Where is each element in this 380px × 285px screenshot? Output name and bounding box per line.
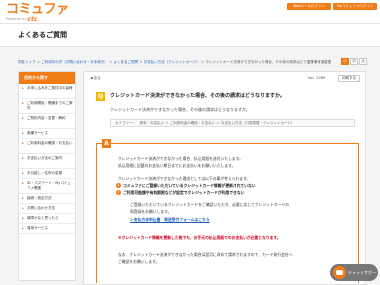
reason-text: コミュファにご登録いただいているクレジットカード情報が更新されていない — [123, 183, 256, 188]
sidebar-item[interactable]: 各種サービス — [19, 129, 75, 139]
warning-text: ※クレジットカード情報を更新した後でも、お手元の払込用紙でのお支払いが必要となり… — [118, 235, 281, 240]
page-title: よくあるご質問 — [18, 31, 67, 39]
chatbot-icon — [333, 266, 346, 279]
sidebar-item[interactable]: お引越し・住所の変更 — [19, 169, 75, 179]
sidebar-item[interactable]: お申し込みをご検討中の皆様 — [19, 84, 75, 99]
sidebar-item[interactable]: 運用サービス — [19, 224, 75, 234]
reason-text: ご利用可能額や有効期限などが設定でクレジットカードが利用できない — [123, 190, 245, 195]
print-button[interactable]: 印刷する — [338, 75, 360, 82]
sidebar-item[interactable]: ご利用開始・開通までのご案内 — [19, 99, 75, 114]
faq-number: No：2269 — [308, 76, 326, 80]
answer-text: クレジットカード決済ができなかった場合、払込用紙を送付いたします。 — [118, 156, 243, 161]
category-path: カテゴリー： 請求・お支払い ＞ ご利用料金の確認・お支払い ＞ お支払い方法（… — [110, 119, 355, 127]
logo-powered-by: Powered by ctc — [6, 16, 38, 23]
question-detail: クレジットカード決済ができなかった場合、その後の請求はどうなりますか。 — [110, 107, 250, 112]
breadcrumb-item[interactable]: よくあるご質問 — [113, 60, 138, 64]
sidebar-heading: 目的から探す — [19, 72, 75, 84]
reason-number-icon: 2 — [116, 190, 121, 195]
answer-text: なお、クレジットカード決済ができなかった場合は翌月に改めて請求されますので、カー… — [118, 252, 293, 257]
sidebar-item[interactable]: 故障かなと思ったら — [19, 214, 75, 224]
font-size-medium-button[interactable]: 中 — [350, 58, 358, 65]
breadcrumb-item[interactable]: お支払い方法（クレジットカード） — [144, 60, 200, 64]
sidebar-item[interactable]: お問い合わせ方法 — [19, 204, 75, 214]
sidebar-item[interactable]: ご契約内容・変更・解約 — [19, 114, 75, 129]
breadcrumb-item[interactable]: 同社トップ — [18, 60, 36, 64]
sidebar-item[interactable]: お支払い方法のご案内 — [19, 154, 75, 169]
answer-text: ご登録いただいているクレジットカードをご確認いただき、必要に応じてクレジットカー… — [130, 202, 290, 207]
answer-text: 再登録をお願いします。 — [130, 209, 172, 214]
answer-text: 払込用紙に記載のお支払い期日までにお支払いをお願いいたします。 — [118, 163, 236, 168]
faq-panel: ◀ 戻る No：2269 印刷する Q クレジットカード決済ができなかった場合、… — [83, 71, 366, 285]
breadcrumb: 同社トップ ＞ ご利用中の方（お問い合わせ・お手続き） ＞ よくあるご質問 ＞ … — [18, 60, 328, 64]
webmail-login-button[interactable]: Webメールログイン — [287, 3, 331, 10]
sidebar-item[interactable]: ご利用料金の確認・お支払い — [19, 139, 75, 154]
payment-form-link[interactable]: ＞支払方法申込書 発送受付フォームはこちら — [130, 217, 210, 222]
sidebar-item[interactable]: ID・パスワード・Myコミュファ関連 — [19, 179, 75, 194]
question-mark-icon: Q — [96, 92, 105, 101]
chat-support-button[interactable]: チャットサポート — [330, 264, 378, 281]
title-bar: よくあるご質問 — [0, 24, 380, 47]
ctc-brand: ctc — [27, 16, 38, 23]
question-title: クレジットカード決済ができなかった場合、その後の請求はどうなりますか。 — [110, 93, 285, 99]
sidebar-item[interactable]: 接続・設定方法 — [19, 194, 75, 204]
back-link[interactable]: ◀ 戻る — [90, 76, 101, 81]
font-size-large-button[interactable]: 大 — [359, 58, 367, 65]
font-size-small-button[interactable]: 小 — [341, 58, 349, 65]
breadcrumb-item[interactable]: ご利用中の方（お問い合わせ・お手続き） — [41, 60, 108, 64]
font-size-label: 文字サイズ変更 — [307, 60, 332, 64]
answer-text: ご確認をお願いします。 — [118, 259, 160, 264]
site-header: コミュファ Powered by ctc Webメールログイン Myコミュファロ… — [0, 0, 380, 24]
answer-text: クレジットカード決済ができなかった理由としては以下の事が考えられます。 — [118, 176, 251, 181]
reason-number-icon: 1 — [116, 183, 121, 188]
sidebar: 目的から探す お申し込みをご検討中の皆様 ご利用開始・開通までのご案内 ご契約内… — [18, 71, 76, 281]
mycommufa-login-button[interactable]: Myコミュファログイン — [333, 3, 377, 10]
commufa-logo[interactable]: コミュファ — [6, 3, 69, 17]
answer-mark-icon: A — [102, 139, 111, 148]
